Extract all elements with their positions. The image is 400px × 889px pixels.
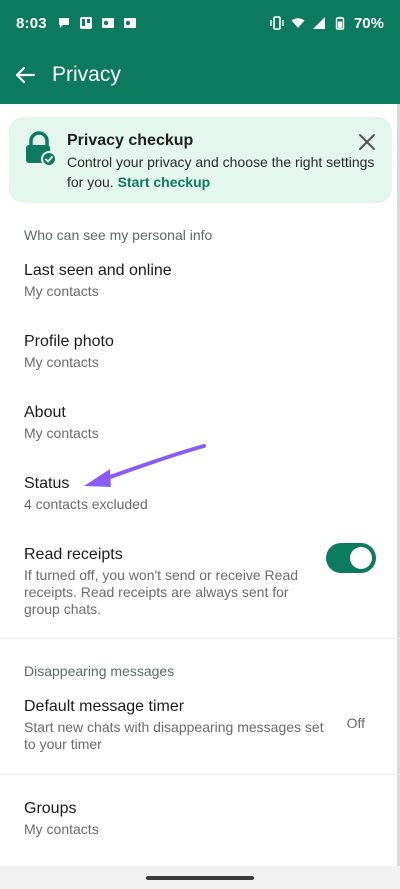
- setting-title: Profile photo: [24, 333, 114, 350]
- trello-icon: [79, 17, 92, 29]
- battery-percent: 70%: [353, 14, 384, 32]
- checkup-title: Privacy checkup: [67, 132, 194, 149]
- setting-title: About: [24, 404, 66, 421]
- gesture-handle[interactable]: [146, 876, 254, 880]
- privacy-checkup-card[interactable]: Privacy checkup Control your privacy and…: [9, 117, 392, 203]
- toggle-knob: [350, 547, 372, 569]
- vibrate-icon: [270, 16, 284, 30]
- setting-default-message-timer[interactable]: Default message timer Start new chats wi…: [0, 690, 400, 760]
- start-checkup-link[interactable]: Start checkup: [118, 174, 211, 190]
- status-bar: 8:03 70%: [0, 0, 400, 46]
- notification-icons: [57, 16, 137, 30]
- setting-value: My contacts: [24, 283, 99, 299]
- setting-description: Start new chats with disappearing messag…: [24, 719, 324, 752]
- outlook-icon: [101, 18, 114, 28]
- divider: [0, 774, 400, 775]
- checkup-description: Control your privacy and choose the righ…: [67, 152, 387, 192]
- setting-value: My contacts: [24, 821, 99, 837]
- setting-title: Read receipts: [24, 546, 123, 563]
- annotation-arrow: [84, 444, 206, 487]
- setting-profile-photo[interactable]: Profile photo My contacts: [0, 325, 400, 385]
- setting-description: If turned off, you won't send or receive…: [24, 567, 299, 617]
- setting-value: 4 contacts excluded: [24, 496, 148, 512]
- setting-title: Default message timer: [24, 698, 185, 715]
- wifi-icon: [291, 18, 305, 28]
- setting-last-seen[interactable]: Last seen and online My contacts: [0, 254, 400, 314]
- divider: [0, 638, 400, 639]
- arrow-back-icon: [15, 66, 36, 84]
- app-bar: Privacy: [0, 46, 400, 104]
- read-receipts-toggle[interactable]: [326, 543, 376, 573]
- setting-title: Status: [24, 475, 70, 492]
- setting-value: My contacts: [24, 354, 99, 370]
- setting-title: Last seen and online: [24, 262, 172, 279]
- lock-check-icon: [26, 131, 57, 167]
- outlook-icon: [123, 18, 136, 28]
- back-button[interactable]: [12, 62, 38, 88]
- page-title: Privacy: [52, 63, 121, 86]
- battery-icon: [335, 16, 345, 30]
- timer-value: Off: [346, 715, 365, 731]
- setting-title: Groups: [24, 800, 77, 817]
- section-header-disappearing: Disappearing messages: [24, 663, 175, 679]
- status-time: 8:03: [16, 14, 47, 32]
- signal-icon: [312, 17, 325, 29]
- chat-bubble-icon: [58, 18, 69, 28]
- section-header-personal-info: Who can see my personal info: [24, 227, 213, 243]
- privacy-screen: 8:03 70% Privacy Privacy checkup Control…: [0, 0, 400, 889]
- setting-groups[interactable]: Groups My contacts: [0, 792, 400, 852]
- system-icons: 70%: [270, 15, 384, 32]
- checkup-body-text: Control your privacy and choose the righ…: [67, 154, 375, 190]
- close-icon[interactable]: [356, 131, 378, 153]
